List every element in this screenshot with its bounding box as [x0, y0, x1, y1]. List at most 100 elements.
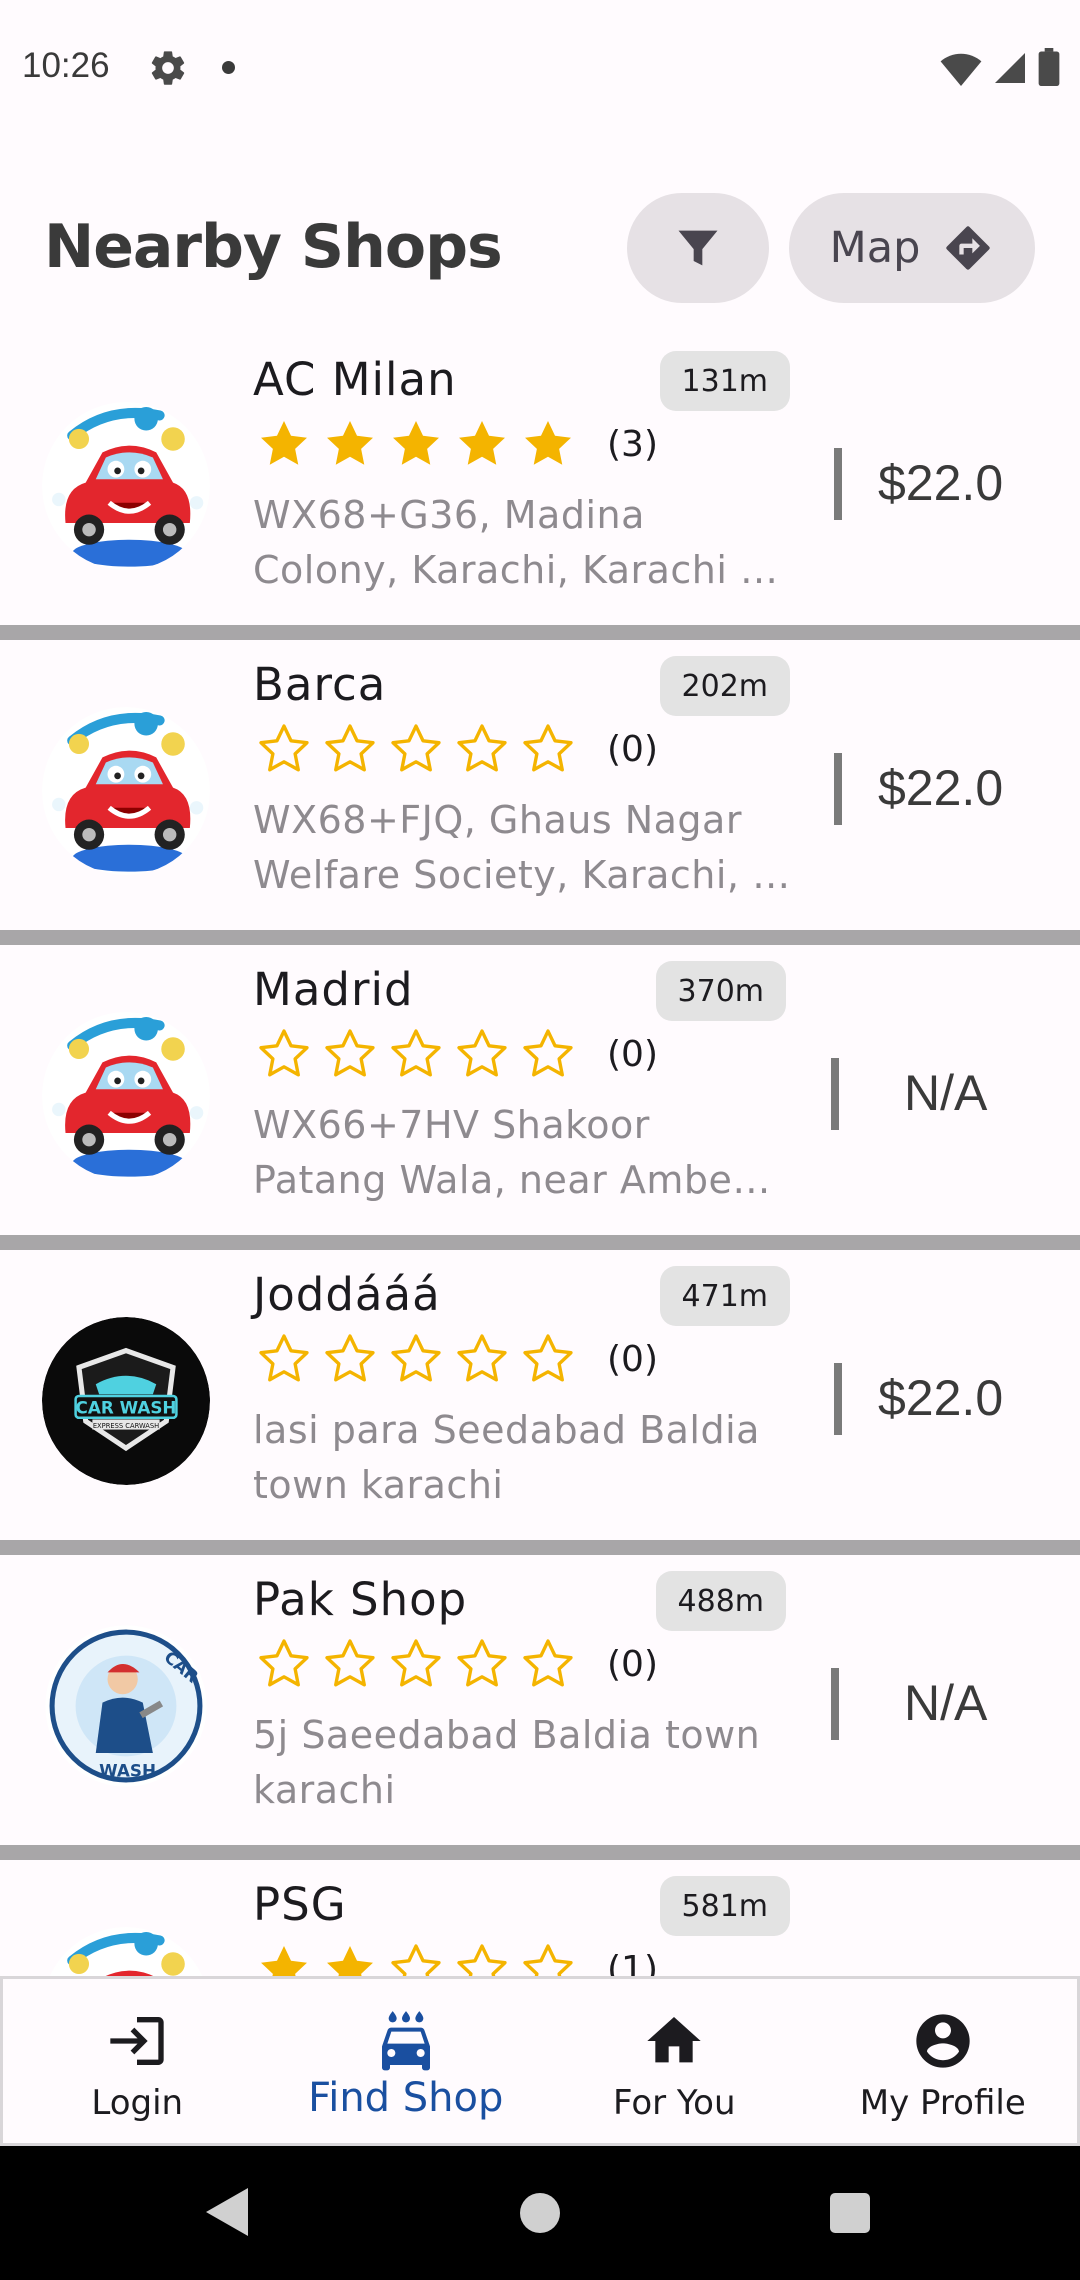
- status-icons: [940, 46, 1060, 86]
- system-navigation-bar: [0, 2146, 1080, 2280]
- star-outline-icon: [457, 1944, 507, 1980]
- shop-card[interactable]: AC Milan 131m (3) WX68+G36, Madina Colon…: [0, 335, 1080, 625]
- star-outline-icon: [391, 1639, 441, 1687]
- nav-login[interactable]: Login: [3, 1979, 272, 2143]
- shop-name: AC Milan: [253, 353, 457, 406]
- home-button-icon[interactable]: [520, 2193, 560, 2233]
- price-divider: [834, 753, 842, 825]
- back-icon[interactable]: [204, 2186, 250, 2238]
- star-outline-icon: [259, 1029, 309, 1077]
- nav-for-you[interactable]: For You: [540, 1979, 809, 2143]
- list-divider: [0, 1540, 1080, 1556]
- map-button[interactable]: Map: [789, 193, 1035, 303]
- shop-price: N/A: [904, 1065, 988, 1121]
- distance-chip: 471m: [659, 1266, 790, 1326]
- shop-name: Pak Shop: [253, 1573, 468, 1626]
- shop-list[interactable]: AC Milan 131m (3) WX68+G36, Madina Colon…: [0, 335, 1080, 1980]
- star-filled-icon: [261, 1946, 307, 1980]
- price-divider: [834, 1363, 842, 1435]
- account-circle-icon: [916, 2014, 970, 2068]
- nav-for-you-label: For You: [612, 2083, 736, 2123]
- star-filled-icon: [261, 421, 307, 465]
- shop-address: 5j Saeedabad Baldia town karachi: [253, 1713, 761, 1812]
- rating-stars: (0): [255, 1330, 658, 1388]
- shop-card[interactable]: CAR WASH EXPRESS CARWASH Joddááá 471m (0…: [0, 1250, 1080, 1540]
- star-outline-icon: [457, 1334, 507, 1382]
- star-filled-icon: [327, 1946, 373, 1980]
- shop-name: Joddááá: [253, 1268, 441, 1321]
- star-outline-icon: [259, 1334, 309, 1382]
- shop-logo-badge-icon: CAR WASH EXPRESS CARWASH: [42, 1317, 210, 1485]
- star-outline-icon: [325, 1029, 375, 1077]
- shop-price: $22.0: [878, 455, 1004, 511]
- settings-icon: [151, 51, 185, 85]
- shop-price: N/A: [904, 1675, 988, 1731]
- star-outline-icon: [391, 1944, 441, 1980]
- star-outline-icon: [391, 1334, 441, 1382]
- nav-find-shop[interactable]: Find Shop: [272, 1979, 541, 2143]
- nav-my-profile[interactable]: My Profile: [809, 1979, 1078, 2143]
- rating-count: (0): [607, 1643, 658, 1685]
- star-outline-icon: [523, 1639, 573, 1687]
- star-outline-icon: [523, 724, 573, 772]
- shop-card[interactable]: Madrid 370m (0) WX66+7HV Shakoor Patang …: [0, 945, 1080, 1235]
- shop-name: Barca: [253, 658, 387, 711]
- star-filled-icon: [327, 421, 373, 465]
- distance-chip: 370m: [655, 961, 786, 1021]
- login-icon: [110, 2017, 164, 2065]
- shop-logo: CAR WASH EXPRESS CARWASH: [42, 1317, 210, 1485]
- star-outline-icon: [457, 724, 507, 772]
- star-outline-icon: [259, 1639, 309, 1687]
- shop-card[interactable]: PSG 581m (1): [0, 1860, 1080, 1980]
- bottom-navigation: Login Find Shop For You My Profile: [0, 1976, 1080, 2146]
- home-icon: [647, 2017, 701, 2063]
- nav-find-shop-label: Find Shop: [308, 2075, 504, 2121]
- shop-name: Madrid: [253, 963, 414, 1016]
- filter-button[interactable]: [627, 193, 769, 303]
- list-divider: [0, 625, 1080, 641]
- shop-card[interactable]: Barca 202m (0) WX68+FJQ, Ghaus Nagar Wel…: [0, 640, 1080, 930]
- star-outline-icon: [391, 1029, 441, 1077]
- shop-address: WX66+7HV Shakoor Patang Wala, near Ambe…: [253, 1103, 771, 1202]
- cell-signal-icon: [995, 53, 1025, 83]
- shop-card[interactable]: CAR WASH Pak Shop 488m (0) 5j Saeedabad …: [0, 1555, 1080, 1845]
- shop-logo-cartoon-car-icon: [42, 1012, 210, 1180]
- shop-address: lasi para Seedabad Baldia town karachi: [253, 1408, 760, 1507]
- distance-chip: 131m: [659, 351, 790, 411]
- nav-login-label: Login: [91, 2083, 184, 2123]
- badge-logo-text: CAR WASH: [76, 1398, 177, 1418]
- shop-price: $22.0: [878, 1370, 1004, 1426]
- star-outline-icon: [457, 1029, 507, 1077]
- directions-icon: [946, 226, 991, 270]
- battery-icon: [1038, 48, 1060, 86]
- status-bar: 10:26: [0, 0, 1080, 132]
- list-divider: [0, 930, 1080, 946]
- shop-logo-worker-icon: CAR WASH: [45, 1625, 207, 1787]
- shop-logo-cartoon-car-icon: [47, 1927, 205, 1980]
- nav-my-profile-label: My Profile: [859, 2083, 1026, 2123]
- recent-apps-icon[interactable]: [830, 2193, 870, 2233]
- map-button-label: Map: [829, 223, 921, 273]
- list-divider: [0, 1235, 1080, 1251]
- star-outline-icon: [523, 1334, 573, 1382]
- shop-logo: [42, 707, 210, 875]
- shop-address: WX68+FJQ, Ghaus Nagar Welfare Society, K…: [253, 798, 791, 897]
- rating-stars: (0): [255, 1635, 658, 1693]
- rating-count: (3): [607, 423, 658, 465]
- rating-stars: (0): [255, 720, 658, 778]
- shop-logo: [42, 1012, 210, 1180]
- price-divider: [831, 1668, 839, 1740]
- notification-dot-icon: [222, 61, 235, 74]
- shop-price: $22.0: [878, 760, 1004, 816]
- distance-chip: 488m: [655, 1571, 786, 1631]
- star-outline-icon: [523, 1029, 573, 1077]
- car-wash-icon: [381, 2011, 430, 2071]
- rating-count: (0): [607, 1033, 658, 1075]
- star-filled-icon: [525, 421, 571, 465]
- wifi-icon: [940, 53, 982, 86]
- star-filled-icon: [459, 421, 505, 465]
- star-outline-icon: [391, 724, 441, 772]
- filter-icon: [678, 230, 718, 266]
- distance-chip: 202m: [659, 656, 790, 716]
- page-title: Nearby Shops: [44, 212, 503, 282]
